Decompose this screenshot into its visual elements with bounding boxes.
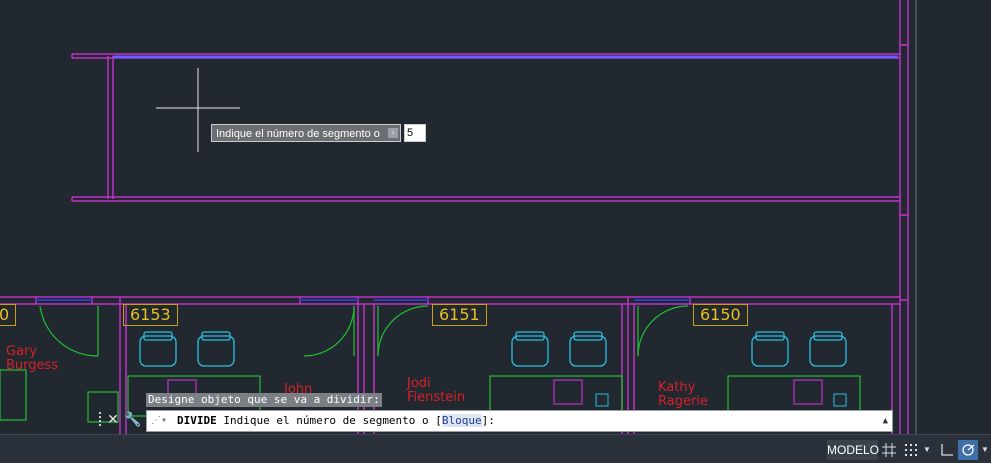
drag-handle-icon[interactable] <box>96 410 104 428</box>
command-prompt-text: Indique el número de segmento o [ <box>216 414 442 427</box>
history-expand-icon[interactable]: ▲ <box>883 411 888 431</box>
status-bar: MODELO ▼ ▼ <box>0 434 991 463</box>
segment-count-input[interactable]: 5 <box>404 124 426 142</box>
room-label-6151: 6151 <box>432 304 487 326</box>
command-line-input[interactable]: ⋰▾ DIVIDE Indique el número de segmento … <box>146 410 893 432</box>
building-right-wall <box>899 0 909 434</box>
occupant-last-name: Fienstein <box>407 390 466 405</box>
dynamic-input-prompt: Indique el número de segmento o ↓ <box>211 124 401 142</box>
occupant-first-name: Gary <box>6 344 38 359</box>
room-label-edge: 0 <box>0 304 17 326</box>
drawing-canvas[interactable] <box>0 0 991 434</box>
occupant-last-name: Burgess <box>6 358 59 373</box>
occupant-name: Jodi Fienstein <box>407 377 465 405</box>
recent-commands-icon[interactable]: ⋰▾ <box>151 411 173 431</box>
polar-tracking-icon[interactable] <box>958 440 978 460</box>
command-history-line: Designe objeto que se va a dividir: <box>146 393 382 407</box>
command-prompt-end: ]: <box>481 414 495 427</box>
room-label-6150: 6150 <box>693 304 748 326</box>
corridor-outline[interactable] <box>71 53 900 202</box>
occupant-name: Kathy Ragerie <box>658 381 708 409</box>
dropdown-icon[interactable]: ▼ <box>922 440 932 460</box>
occupant-first-name: Jodi <box>407 376 431 391</box>
options-menu-icon[interactable]: ↓ <box>388 128 398 138</box>
occupant-first-name: Kathy <box>658 380 696 395</box>
model-space-button[interactable]: MODELO <box>827 440 879 460</box>
command-prompt: DIVIDE Indique el número de segmento o [… <box>177 411 495 431</box>
ortho-icon[interactable] <box>938 440 956 460</box>
option-bloque[interactable]: Bloque <box>441 414 482 427</box>
grid-icon[interactable] <box>880 440 898 460</box>
occupant-last-name: Ragerie <box>658 394 708 409</box>
room-label-6153: 6153 <box>123 304 178 326</box>
occupant-name: Gary Burgess <box>6 345 58 373</box>
snap-icon[interactable] <box>902 440 920 460</box>
dropdown-icon[interactable]: ▼ <box>980 440 990 460</box>
close-icon[interactable]: ✕ <box>106 410 120 428</box>
dynamic-input-prompt-text: Indique el número de segmento o <box>216 128 380 140</box>
customize-wrench-icon[interactable]: 🔧 <box>124 410 142 428</box>
command-name: DIVIDE <box>177 414 217 427</box>
chairs <box>139 331 847 367</box>
